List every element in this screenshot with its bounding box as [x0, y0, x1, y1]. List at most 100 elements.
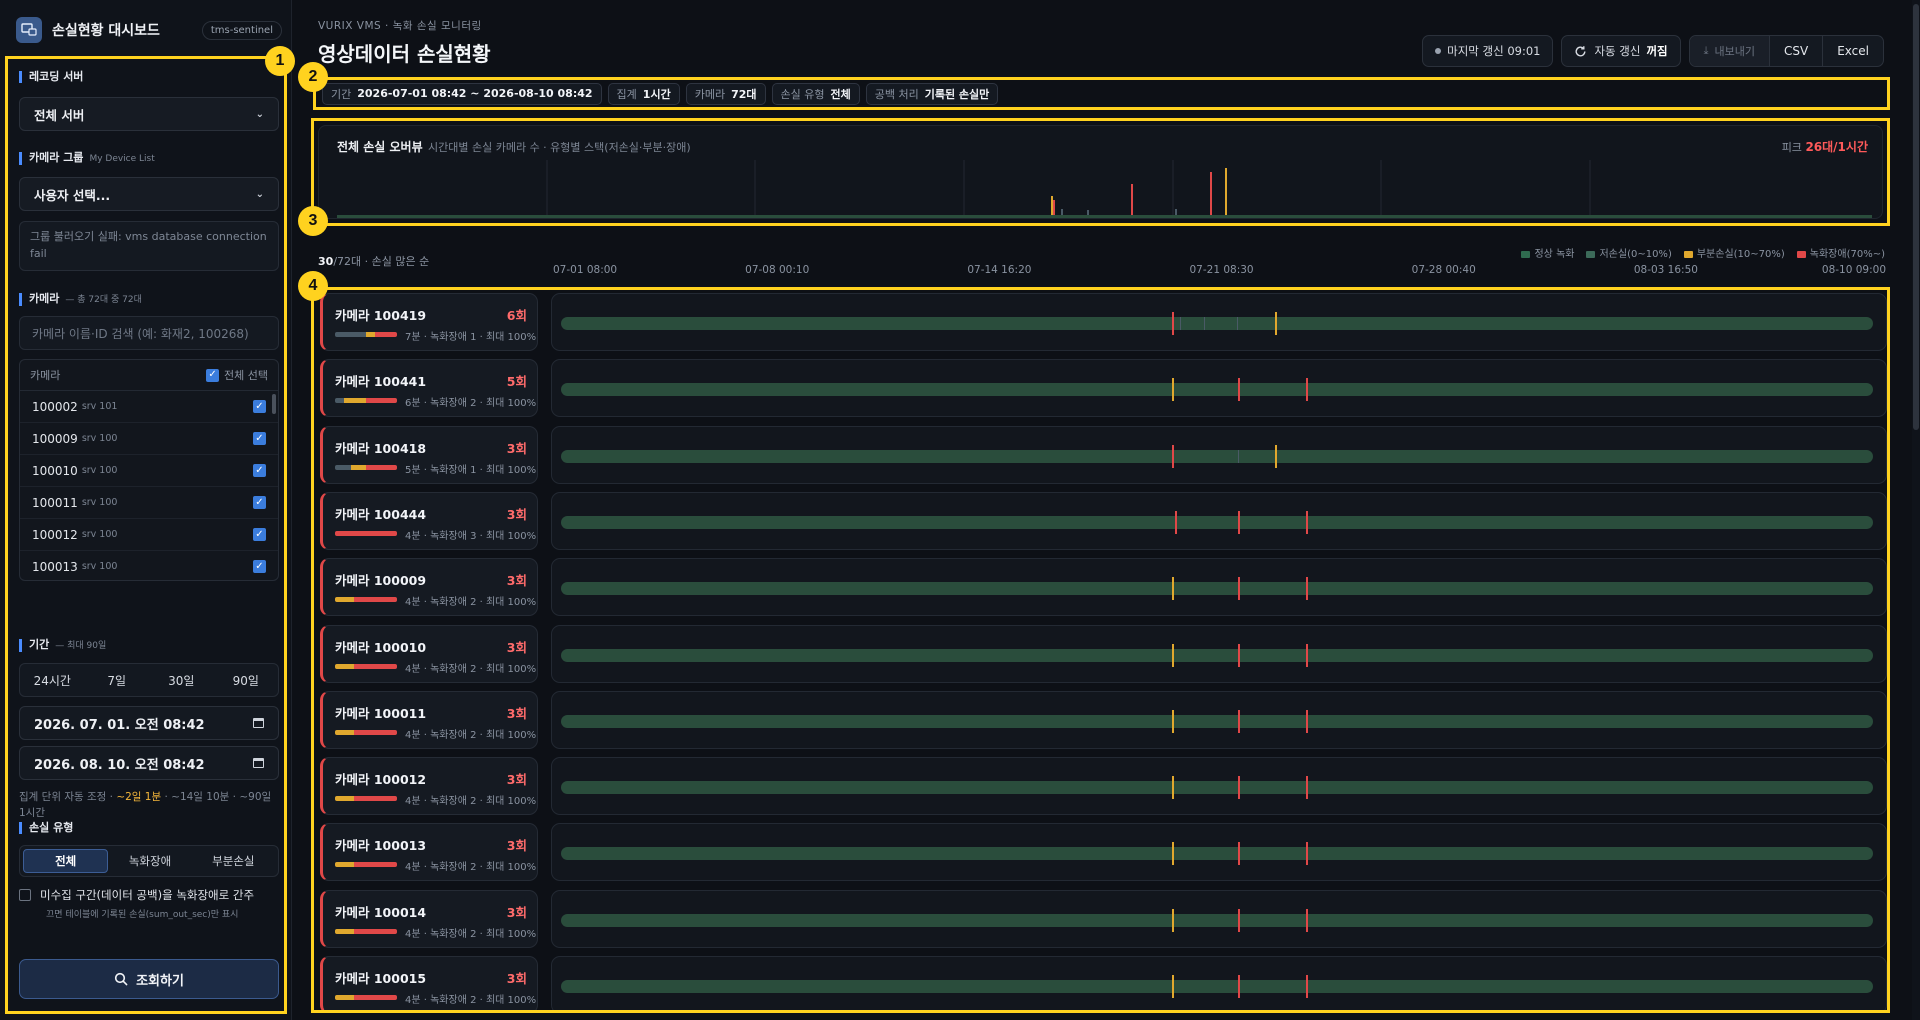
camera-summary-card[interactable]: 카메라 100419 6회 7분 · 녹화장애 1 · 최대 100% [320, 293, 538, 351]
start-date-input[interactable]: 2026. 07. 01. 오전 08:42 [19, 706, 279, 740]
marker-partial-loss[interactable] [1172, 709, 1175, 733]
camera-list-item[interactable]: 100011 srv 100 ✓ [20, 487, 278, 519]
marker-partial-loss[interactable] [1274, 312, 1277, 335]
camera-summary-card[interactable]: 카메라 100011 3회 4분 · 녹화장애 2 · 최대 100% [320, 690, 538, 749]
marker-partial-loss[interactable] [1172, 908, 1175, 932]
camera-summary-card[interactable]: 카메라 100441 5회 6분 · 녹화장애 2 · 최대 100% [320, 359, 538, 418]
marker-recording-failure[interactable] [1306, 975, 1309, 998]
query-button[interactable]: 조회하기 [19, 959, 279, 999]
csv-button[interactable]: CSV [1768, 36, 1822, 66]
marker-recording-failure[interactable] [1306, 510, 1309, 534]
marker-recording-failure[interactable] [1172, 444, 1175, 468]
calendar-icon[interactable] [253, 758, 264, 768]
page-scrollbar[interactable] [1912, 0, 1920, 1020]
checkbox-checked-icon[interactable]: ✓ [253, 464, 266, 477]
preset-24h-button[interactable]: 24시간 [20, 664, 85, 696]
preset-7d-button[interactable]: 7일 [85, 664, 150, 696]
marker-recording-failure[interactable] [1237, 577, 1240, 601]
recording-server-select[interactable]: 전체 서버 ⌄ [19, 97, 279, 131]
marker-recording-failure[interactable] [1306, 643, 1309, 667]
marker-partial-loss[interactable] [1172, 842, 1175, 866]
marker-low-loss[interactable] [1203, 317, 1205, 330]
camera-list-scrollbar[interactable] [272, 394, 276, 414]
end-date-input[interactable]: 2026. 08. 10. 오전 08:42 [19, 746, 279, 780]
camera-timeline[interactable] [551, 823, 1887, 882]
marker-recording-failure[interactable] [1237, 908, 1240, 932]
camera-timeline[interactable] [551, 690, 1887, 749]
marker-recording-failure[interactable] [1306, 842, 1309, 866]
camera-timeline[interactable] [551, 558, 1887, 617]
preset-90d-button[interactable]: 90일 [214, 664, 279, 696]
timeline-axis: 07-01 08:00 07-08 00:10 07-14 16:20 07-21 0… [553, 264, 1886, 278]
loss-type-failure-button[interactable]: 녹화장애 [108, 849, 191, 873]
marker-recording-failure[interactable] [1172, 312, 1175, 335]
camera-list-item[interactable]: 100002 srv 101 ✓ [20, 391, 278, 423]
marker-low-loss[interactable] [1236, 317, 1238, 330]
camera-timeline[interactable] [551, 889, 1887, 948]
preset-30d-button[interactable]: 30일 [149, 664, 214, 696]
marker-low-loss[interactable] [1237, 449, 1239, 463]
marker-low-loss[interactable] [1180, 317, 1182, 330]
loss-type-partial-button[interactable]: 부분손실 [192, 849, 275, 873]
checkbox-unchecked-icon[interactable] [19, 889, 31, 901]
marker-recording-failure[interactable] [1306, 776, 1309, 800]
loss-type-all-button[interactable]: 전체 [23, 849, 109, 873]
camera-summary-card[interactable]: 카메라 100444 3회 4분 · 녹화장애 3 · 최대 100% [320, 491, 538, 550]
camera-list-item[interactable]: 100012 srv 100 ✓ [20, 519, 278, 551]
excel-button[interactable]: Excel [1822, 36, 1883, 66]
camera-summary-card[interactable]: 카메라 100009 3회 4분 · 녹화장애 2 · 최대 100% [320, 558, 538, 617]
marker-partial-loss[interactable] [1172, 577, 1175, 601]
filter-key: 기간 [331, 87, 352, 101]
checkbox-checked-icon[interactable]: ✓ [253, 400, 266, 413]
marker-recording-failure[interactable] [1306, 908, 1309, 932]
calendar-icon[interactable] [253, 718, 264, 728]
camera-summary-card[interactable]: 카메라 100015 3회 4분 · 녹화장애 2 · 최대 100% [320, 956, 538, 1010]
marker-partial-loss[interactable] [1172, 776, 1175, 800]
marker-recording-failure[interactable] [1237, 709, 1240, 733]
marker-recording-failure[interactable] [1306, 378, 1309, 402]
camera-summary-card[interactable]: 카메라 100012 3회 4분 · 녹화장애 2 · 최대 100% [320, 757, 538, 816]
camera-search-input[interactable]: 카메라 이름·ID 검색 (예: 화재2, 100268) [19, 316, 279, 350]
camera-list-item[interactable]: 100009 srv 100 ✓ [20, 423, 278, 455]
camera-summary-card[interactable]: 카메라 100418 3회 5분 · 녹화장애 1 · 최대 100% [320, 425, 538, 484]
period-label: 기간 — 최대 90일 [19, 639, 106, 652]
checkbox-checked-icon[interactable]: ✓ [253, 560, 266, 573]
camera-list-item[interactable]: 100010 srv 100 ✓ [20, 455, 278, 487]
camera-timeline[interactable] [551, 624, 1887, 683]
checkbox-checked-icon[interactable]: ✓ [253, 496, 266, 509]
marker-recording-failure[interactable] [1237, 842, 1240, 866]
marker-recording-failure[interactable] [1237, 975, 1240, 998]
checkbox-checked-icon[interactable]: ✓ [206, 368, 220, 382]
gap-as-failure-checkbox[interactable]: 미수집 구간(데이터 공백)을 녹화장애로 간주 [19, 887, 281, 903]
auto-refresh-toggle[interactable]: 자동 갱신 꺼짐 [1561, 35, 1681, 67]
marker-recording-failure[interactable] [1237, 378, 1240, 402]
marker-recording-failure[interactable] [1237, 510, 1240, 534]
marker-partial-loss[interactable] [1172, 643, 1175, 667]
marker-recording-failure[interactable] [1237, 776, 1240, 800]
camera-timeline[interactable] [551, 757, 1887, 816]
loss-mix-segment [335, 398, 345, 404]
checkbox-checked-icon[interactable]: ✓ [253, 528, 266, 541]
marker-recording-failure[interactable] [1237, 643, 1240, 667]
export-button[interactable]: ⤓ 내보내기 [1689, 36, 1769, 66]
marker-partial-loss[interactable] [1172, 378, 1175, 402]
camera-timeline[interactable] [551, 359, 1887, 418]
camera-timeline[interactable] [551, 956, 1887, 1010]
camera-timeline[interactable] [551, 491, 1887, 550]
camera-list-item[interactable]: 100013 srv 100 ✓ [20, 551, 278, 580]
checkbox-checked-icon[interactable]: ✓ [253, 432, 266, 445]
marker-partial-loss[interactable] [1274, 444, 1277, 468]
marker-recording-failure[interactable] [1306, 577, 1309, 601]
loss-mix-segment [335, 332, 366, 337]
camera-summary-card[interactable]: 카메라 100010 3회 4분 · 녹화장애 2 · 최대 100% [320, 624, 538, 683]
camera-summary-card[interactable]: 카메라 100014 3회 4분 · 녹화장애 2 · 최대 100% [320, 889, 538, 948]
page-scroll-thumb[interactable] [1913, 4, 1919, 430]
marker-recording-failure[interactable] [1175, 510, 1178, 534]
camera-timeline[interactable] [551, 425, 1887, 484]
camera-timeline[interactable] [551, 293, 1887, 351]
marker-partial-loss[interactable] [1172, 975, 1175, 998]
select-all-toggle[interactable]: ✓ 전체 선택 [206, 367, 268, 383]
camera-summary-card[interactable]: 카메라 100013 3회 4분 · 녹화장애 2 · 최대 100% [320, 823, 538, 882]
camera-group-select[interactable]: 사용자 선택... ⌄ [19, 177, 279, 211]
marker-recording-failure[interactable] [1306, 709, 1309, 733]
